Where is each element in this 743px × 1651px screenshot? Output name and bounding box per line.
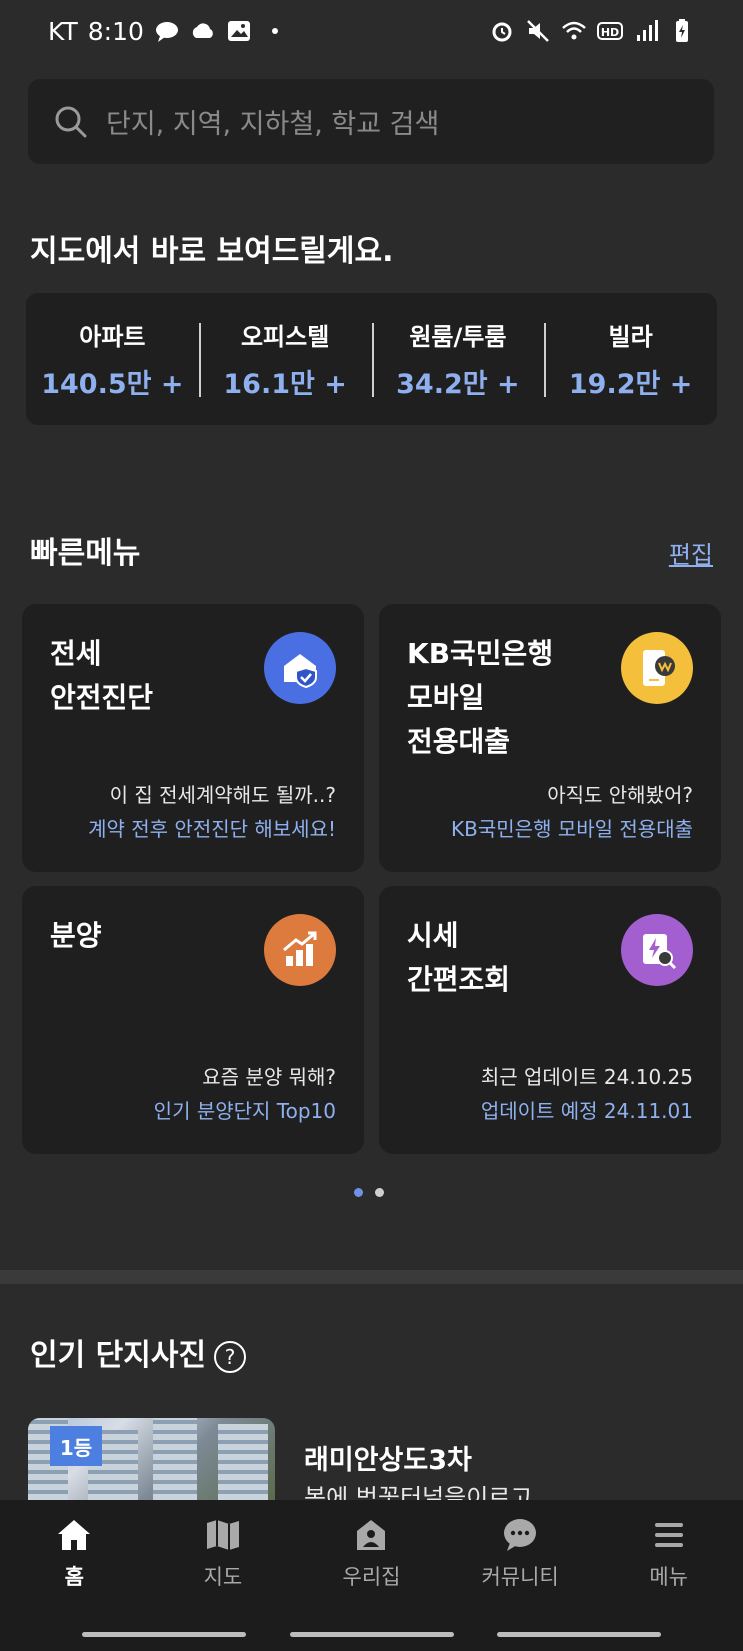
quick-card-link: KB국민은행 모바일 전용대출 [451, 817, 693, 841]
quick-card-subtitle: 최근 업데이트 24.10.25 [480, 1065, 693, 1089]
cloud-sync-icon [192, 23, 213, 38]
signal-icon [637, 20, 658, 41]
quick-menu-edit-link[interactable]: 편집 [669, 535, 713, 570]
quick-menu-title: 빠른메뉴 [30, 536, 141, 571]
count-officetel[interactable]: 오피스텔 16.1만 + [198, 317, 372, 401]
quick-card-subtitle: 이 집 전세계약해도 될까..? [109, 783, 336, 807]
count-apartment[interactable]: 아파트 140.5만 + [26, 317, 199, 401]
chat-bubble-icon [504, 1519, 537, 1551]
wifi-icon [562, 21, 586, 40]
map-section-title: 지도에서 바로 보여드릴게요. [30, 234, 394, 269]
carousel-dot[interactable] [375, 1188, 384, 1197]
nav-label: 홈 [64, 1565, 84, 1589]
carousel-indicator [354, 1188, 384, 1197]
count-value: 16.1만 + [223, 369, 347, 400]
hamburger-menu-icon [654, 1523, 683, 1547]
nav-map[interactable]: 지도 [149, 1517, 298, 1591]
nav-community[interactable]: 커뮤니티 [446, 1517, 595, 1591]
my-house-icon [357, 1520, 386, 1550]
quick-card-subtitle: 요즘 분양 뭐해? [202, 1065, 336, 1089]
count-value: 34.2만 + [396, 369, 520, 400]
map-icon [206, 1520, 239, 1550]
quick-card-title: KB국민은행 모바일 전용대출 [407, 637, 554, 758]
gesture-bar [82, 1632, 246, 1637]
battery-charging-icon [676, 19, 688, 42]
quick-card-price-lookup[interactable]: 시세 간편조회 최근 업데이트 24.10.25 업데이트 예정 24.11.0… [379, 886, 721, 1154]
nav-label: 우리집 [342, 1565, 401, 1589]
quick-card-subtitle: 아직도 안해봤어? [547, 783, 693, 807]
price-search-icon [621, 914, 693, 986]
quick-card-title: 전세 안전진단 [50, 637, 154, 714]
count-villa[interactable]: 빌라 19.2만 + [544, 317, 717, 401]
search-bar[interactable]: 단지, 지역, 지하철, 학교 검색 [28, 79, 714, 164]
quick-card-title: 분양 [50, 919, 102, 952]
rank-badge: 1등 [50, 1426, 102, 1466]
more-notifications-icon [271, 28, 278, 34]
property-counts-card: 아파트 140.5만 + 오피스텔 16.1만 + 원룸/투룸 34.2만 + … [26, 293, 717, 425]
quick-card-link: 인기 분양단지 Top10 [153, 1099, 336, 1123]
carousel-dot-active[interactable] [354, 1188, 363, 1197]
house-shield-icon [264, 632, 336, 704]
nav-label: 메뉴 [649, 1565, 688, 1589]
gesture-bar [497, 1632, 661, 1637]
count-oneroom[interactable]: 원룸/투룸 34.2만 + [371, 317, 545, 401]
mute-icon [527, 20, 549, 42]
popular-photos-title: 인기 단지사진? [30, 1330, 247, 1374]
quick-card-jeonse-safety[interactable]: 전세 안전진단 이 집 전세계약해도 될까..? 계약 전후 안전진단 해보세요… [22, 604, 364, 872]
count-label: 아파트 [79, 323, 146, 351]
nav-label: 커뮤니티 [481, 1565, 559, 1589]
nav-menu[interactable]: 메뉴 [594, 1517, 743, 1591]
quick-card-title: 시세 간편조회 [407, 919, 511, 996]
clock: 8:10 [87, 16, 144, 46]
complex-photo[interactable]: 1등 [28, 1418, 275, 1500]
svg-text:HD: HD [601, 26, 619, 39]
hd-voice-icon: HD [597, 22, 623, 40]
popular-photos-title-text: 인기 단지사진 [30, 1338, 207, 1373]
nav-home[interactable]: 홈 [0, 1517, 149, 1591]
growth-chart-icon [264, 914, 336, 986]
gesture-bar [290, 1632, 454, 1637]
search-icon [55, 106, 87, 137]
bottom-navigation: 홈 지도 우리집 커뮤니티 메뉴 [0, 1500, 743, 1651]
status-bar: KT 8:10 HD [0, 0, 743, 62]
search-placeholder: 단지, 지역, 지하철, 학교 검색 [106, 109, 440, 140]
quick-card-kb-loan[interactable]: KB국민은행 모바일 전용대출 아직도 안해봤어? KB국민은행 모바일 전용대… [379, 604, 721, 872]
count-label: 오피스텔 [240, 323, 330, 351]
nav-my-house[interactable]: 우리집 [297, 1517, 446, 1591]
chat-notification-icon [155, 22, 178, 42]
carrier: KT [48, 16, 78, 46]
section-divider [0, 1270, 743, 1284]
help-icon[interactable]: ? [214, 1340, 247, 1373]
count-value: 140.5만 + [41, 369, 184, 400]
alarm-icon [492, 22, 512, 42]
count-label: 빌라 [608, 323, 653, 351]
quick-card-link: 업데이트 예정 24.11.01 [480, 1099, 693, 1123]
quick-card-presale[interactable]: 분양 요즘 분양 뭐해? 인기 분양단지 Top10 [22, 886, 364, 1154]
nav-label: 지도 [203, 1565, 243, 1589]
home-icon [58, 1520, 91, 1550]
quick-card-link: 계약 전후 안전진단 해보세요! [88, 817, 336, 841]
complex-name[interactable]: 래미안상도3차 [304, 1438, 472, 1477]
count-label: 원룸/투룸 [409, 323, 507, 351]
count-value: 19.2만 + [568, 369, 693, 400]
gallery-icon [227, 21, 250, 41]
phone-loan-icon [621, 632, 693, 704]
